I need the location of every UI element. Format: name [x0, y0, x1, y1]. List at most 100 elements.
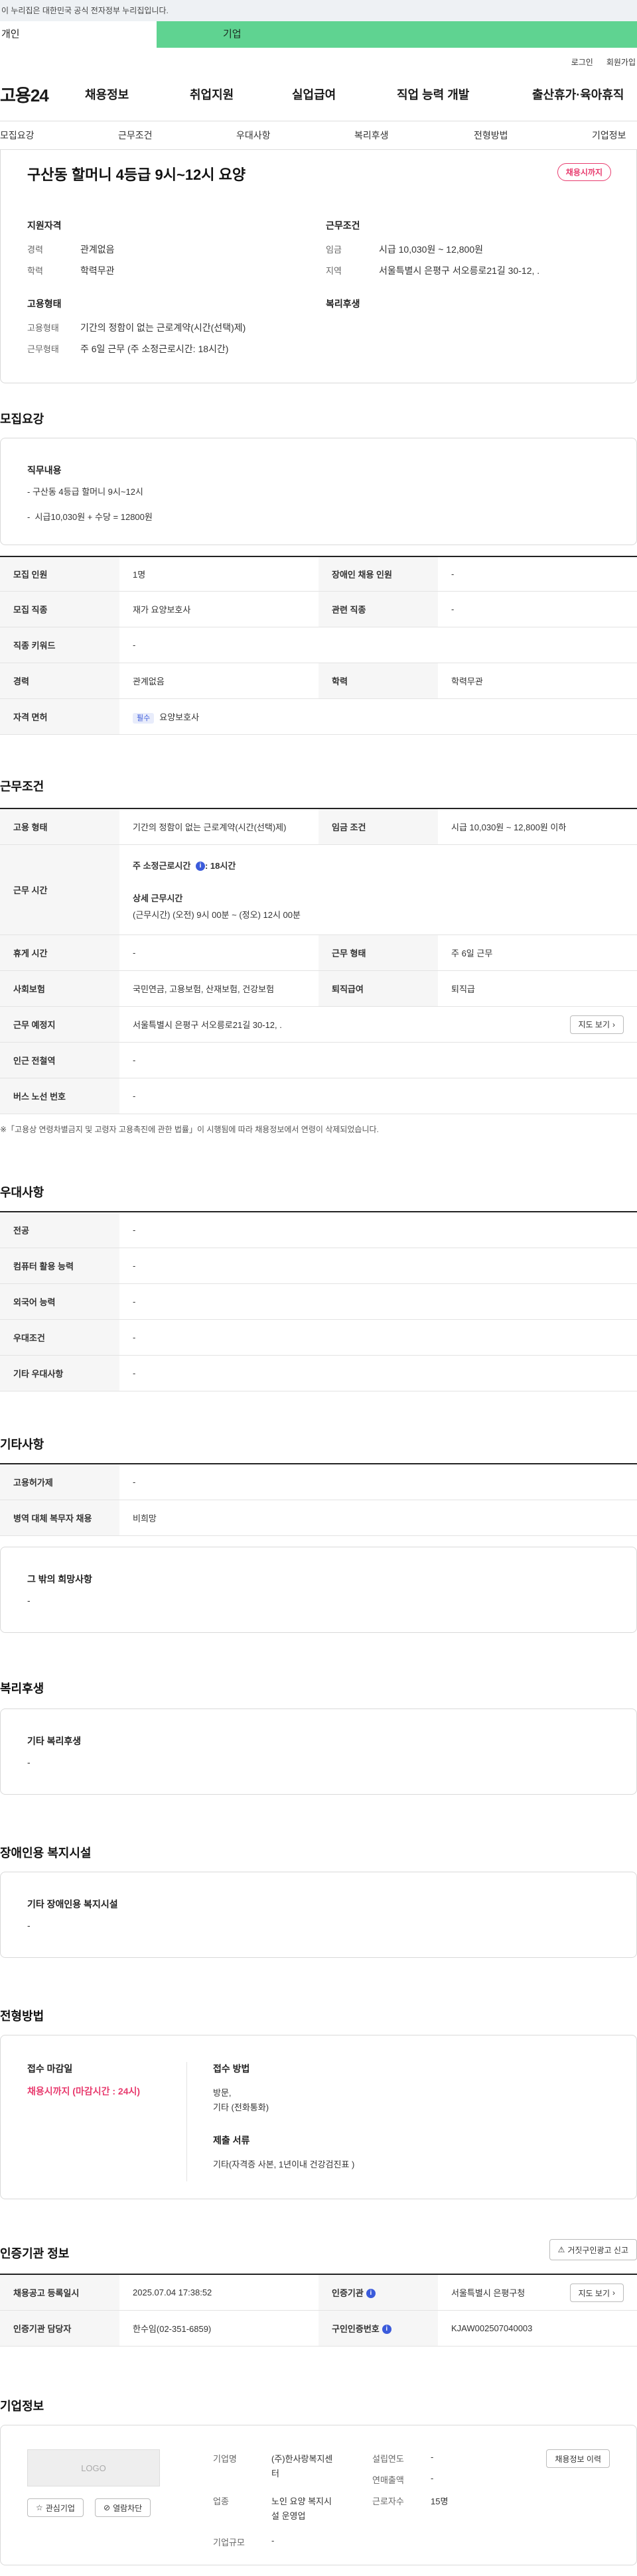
agency-map-button[interactable]: 지도 보기 ›	[569, 2284, 624, 2302]
gnb-item-parental-leave[interactable]: 출산휴가·육아휴직	[532, 86, 624, 103]
company-logo: LOGO	[27, 2449, 160, 2486]
recruit-table: 모집 인원 1명 장애인 채용 인원 - 모집 직종 재가 요양보호사 관련 직…	[0, 556, 637, 735]
edu-label: 학력	[27, 266, 43, 276]
etc-value: 비희망	[119, 1500, 637, 1536]
job-label: 모집 직종	[0, 591, 119, 627]
emp-value: 기간의 정함이 없는 근로계약(시간(선택)제)	[80, 322, 246, 333]
break-value: -	[119, 934, 318, 971]
snb-item-conditions[interactable]: 근무조건	[118, 129, 153, 142]
docs-value: 기타(자격증 사본, 1년이내 건강검진표 )	[213, 2159, 355, 2169]
region-label: 지역	[326, 266, 342, 276]
bus-value: -	[119, 1078, 637, 1114]
chevron-right-icon: ›	[612, 2288, 615, 2297]
table-row: 직종 키워드 -	[0, 627, 637, 663]
biz-value: 노인 요양 복지시	[271, 2496, 332, 2506]
siren-icon: ⚠	[557, 2245, 565, 2254]
emp-label: 고용형태	[27, 323, 59, 333]
gnb-item-employment-support[interactable]: 취업지원	[190, 86, 234, 103]
method-line: 기타 (전화통화)	[213, 2102, 269, 2112]
etc-table: 고용허가제 - 병역 대체 복무자 채용 비희망	[0, 1463, 637, 1536]
biz-value-cont: 설 운영업	[271, 2511, 306, 2521]
divider	[186, 2062, 187, 2181]
preference-table: 전공 - 컴퓨터 활용 능력 - 외국어 능력 - 우대조건 - 기타 우대사항 -	[0, 1211, 637, 1391]
num-value: KJAW002507040003	[438, 2310, 637, 2347]
info-icon[interactable]: i	[195, 862, 205, 871]
gnb-item-unemployment-benefit[interactable]: 실업급여	[292, 86, 336, 103]
manager-value: 한수임(02-351-6859)	[119, 2310, 318, 2347]
table-row: 인증기관 담당자 한수임(02-351-6859) 구인인증번호 i KJAW00…	[0, 2310, 637, 2347]
snb-item-preference[interactable]: 우대사항	[236, 129, 271, 142]
table-row: 근무 예정지 서울특별시 은평구 서오릉로21길 30-12, . 지도 보기 ›	[0, 1006, 637, 1043]
emp-count-label: 근로자수	[372, 2496, 404, 2506]
table-row: 전공 -	[0, 1212, 637, 1248]
hours-detail-title: 상세 근무시간	[133, 893, 183, 903]
site-logo[interactable]: 고용24	[0, 82, 85, 107]
welfare-box-value: -	[27, 1757, 31, 1768]
favorite-company-button[interactable]: ☆ 관심기업	[27, 2498, 84, 2517]
company-card: LOGO ☆ 관심기업 ⊘ 열람차단 기업명 (주)한사랑복지센 터 업종 노인 요…	[0, 2425, 637, 2565]
count-value: 1명	[119, 556, 318, 592]
table-row: 모집 인원 1명 장애인 채용 인원 -	[0, 556, 637, 592]
block-icon: ⊘	[104, 2503, 111, 2512]
disabled-card: 기타 장애인용 복지시설 -	[0, 1872, 637, 1958]
agency-label: 인증기관	[332, 2287, 364, 2298]
gnb-item-jobs[interactable]: 채용정보	[85, 86, 129, 103]
section-title-disabled: 장애인용 복지시설	[0, 1846, 92, 1860]
tab-personal[interactable]: 개인	[0, 21, 157, 48]
table-row: 자격 면허 필수 요양보호사	[0, 698, 637, 735]
age-notice: ※「고용상 연령차별금지 및 고령자 고용촉진에 관한 법률」이 시행됨에 따라…	[0, 1125, 379, 1134]
sales-label: 연매출액	[372, 2475, 404, 2485]
global-nav: 고용24 채용정보 취업지원 실업급여 직업 능력 개발 출산휴가·육아휴직	[0, 68, 637, 121]
history-button[interactable]: 채용정보 이력	[546, 2449, 610, 2468]
table-row: 경력 관계없음 학력 학력무관	[0, 663, 637, 699]
size-value: -	[271, 2536, 275, 2545]
info-icon[interactable]: i	[382, 2325, 391, 2335]
report-button[interactable]: ⚠ 거짓구인광고 신고	[549, 2239, 637, 2260]
disabled-box-value: -	[27, 1920, 31, 1931]
career-value: 관계없음	[119, 663, 318, 699]
agency-label-cell: 인증기관 i	[318, 2274, 438, 2311]
bus-label: 버스 노선 번호	[0, 1078, 119, 1114]
pref-label: 전공	[0, 1212, 119, 1248]
snb-item-welfare[interactable]: 복리후생	[354, 129, 389, 142]
place-value: 서울특별시 은평구 서오릉로21길 30-12, .	[133, 1019, 282, 1030]
tab-company[interactable]: 기업	[157, 21, 637, 48]
welfare-box-title: 기타 복리후생	[27, 1736, 82, 1746]
cond-title: 근무조건	[326, 220, 360, 231]
insurance-value: 국민연금, 고용보험, 산재보험, 건강보험	[119, 970, 318, 1007]
hours-detail: (근무시간) (오전) 9시 00분 ~ (정오) 12시 00분	[133, 909, 301, 920]
snb-item-company[interactable]: 기업정보	[592, 129, 626, 142]
map-button[interactable]: 지도 보기 ›	[569, 1015, 624, 1034]
rel-job-label: 관련 직종	[318, 591, 438, 627]
pref-label: 우대조건	[0, 1319, 119, 1356]
disabled-label: 장애인 채용 인원	[318, 556, 438, 592]
gnb-item-vocational-training[interactable]: 직업 능력 개발	[397, 86, 469, 103]
worktype-value: 주 6일 근무 (주 소정근로시간: 18시간)	[80, 344, 229, 354]
job-title: 구산동 할머니 4등급 9시~12시 요양	[27, 166, 246, 183]
section-title-conditions: 근무조건	[0, 780, 44, 793]
docs-title: 제출 서류	[213, 2135, 250, 2146]
agency-table: 채용공고 등록일시 2025.07.04 17:38:52 인증기관 i 서울특별…	[0, 2274, 637, 2347]
table-row: 휴게 시간 - 근무 형태 주 6일 근무	[0, 934, 637, 971]
table-row: 채용공고 등록일시 2025.07.04 17:38:52 인증기관 i 서울특별…	[0, 2274, 637, 2311]
pref-value: -	[119, 1248, 637, 1284]
table-row: 모집 직종 재가 요양보호사 관련 직종 -	[0, 591, 637, 627]
method-line: 방문,	[213, 2088, 232, 2098]
worktype-label: 근무 형태	[318, 934, 438, 971]
license-value: 요양보호사	[159, 712, 200, 722]
retire-label: 퇴직급여	[318, 970, 438, 1007]
edu-value: 학력무관	[438, 663, 637, 699]
join-link[interactable]: 회원가입	[606, 56, 636, 68]
hours-cell: 주 소정근로시간 i: 18시간 상세 근무시간 (근무시간) (오전) 9시 …	[119, 844, 637, 935]
count-label: 모집 인원	[0, 556, 119, 592]
est-label: 설립연도	[372, 2454, 404, 2464]
info-icon[interactable]: i	[366, 2289, 376, 2299]
snb-item-recruit[interactable]: 모집요강	[0, 129, 35, 142]
etc-value: -	[119, 1464, 637, 1500]
snb-item-selection[interactable]: 전형방법	[474, 129, 508, 142]
section-title-recruit: 모집요강	[0, 413, 44, 426]
block-view-button[interactable]: ⊘ 열람차단	[95, 2498, 151, 2517]
etc-label: 고용허가제	[0, 1464, 119, 1500]
table-row: 외국어 능력 -	[0, 1283, 637, 1320]
login-link[interactable]: 로그인	[571, 56, 593, 68]
